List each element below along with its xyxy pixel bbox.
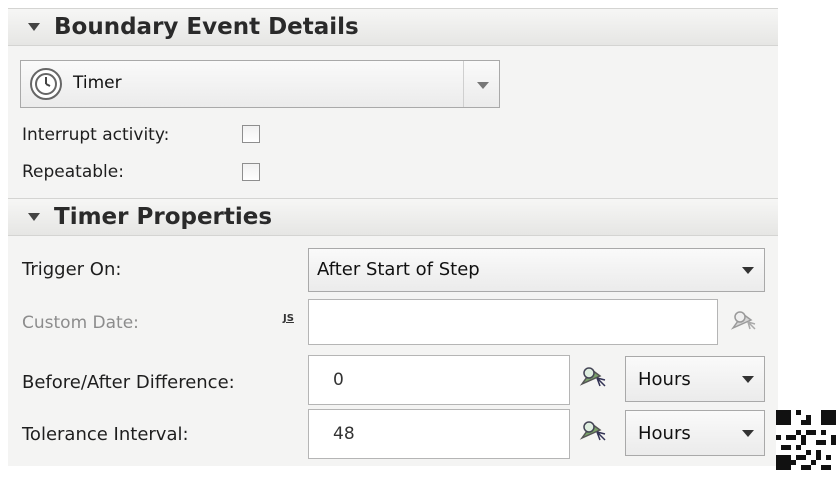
qr-code-icon — [776, 410, 836, 470]
section-title: Timer Properties — [54, 204, 273, 230]
tolerance-unit-dropdown[interactable]: Hours — [625, 410, 765, 456]
variable-picker-icon[interactable] — [578, 362, 608, 390]
before-after-difference-input[interactable]: 0 — [308, 355, 570, 405]
section-header-timer-properties[interactable]: Timer Properties — [8, 198, 778, 236]
interrupt-activity-label: Interrupt activity: — [22, 125, 170, 145]
chevron-down-icon[interactable] — [742, 430, 754, 437]
section-header-boundary-event-details[interactable]: Boundary Event Details — [8, 8, 778, 46]
tolerance-interval-label: Tolerance Interval: — [22, 424, 189, 445]
trigger-on-dropdown[interactable]: After Start of Step — [308, 248, 765, 292]
tolerance-unit-value: Hours — [638, 423, 691, 444]
js-badge: JS — [283, 313, 294, 324]
before-after-difference-label: Before/After Difference: — [22, 372, 235, 393]
interrupt-activity-checkbox[interactable] — [242, 125, 260, 143]
before-after-unit-dropdown[interactable]: Hours — [625, 356, 765, 402]
chevron-down-icon[interactable] — [742, 267, 754, 274]
variable-picker-icon[interactable] — [578, 416, 608, 444]
timer-clock-icon — [30, 68, 62, 100]
before-after-unit-value: Hours — [638, 369, 691, 390]
chevron-down-icon[interactable] — [742, 376, 754, 383]
triangle-down-icon[interactable] — [28, 23, 40, 31]
section-title: Boundary Event Details — [54, 14, 359, 40]
dropdown-divider — [463, 61, 464, 107]
chevron-down-icon[interactable] — [477, 82, 489, 89]
event-type-dropdown[interactable]: Timer — [20, 60, 500, 108]
triangle-down-icon[interactable] — [28, 213, 40, 221]
before-after-difference-value: 0 — [333, 370, 344, 390]
tolerance-interval-value: 48 — [333, 424, 355, 444]
trigger-on-value: After Start of Step — [317, 259, 480, 280]
custom-date-label: Custom Date: — [22, 313, 139, 333]
tolerance-interval-input[interactable]: 48 — [308, 409, 570, 459]
repeatable-label: Repeatable: — [22, 162, 124, 182]
custom-date-input[interactable] — [308, 299, 718, 345]
repeatable-checkbox[interactable] — [242, 163, 260, 181]
variable-picker-icon[interactable] — [728, 306, 758, 334]
event-type-value: Timer — [73, 73, 122, 93]
trigger-on-label: Trigger On: — [22, 259, 122, 280]
